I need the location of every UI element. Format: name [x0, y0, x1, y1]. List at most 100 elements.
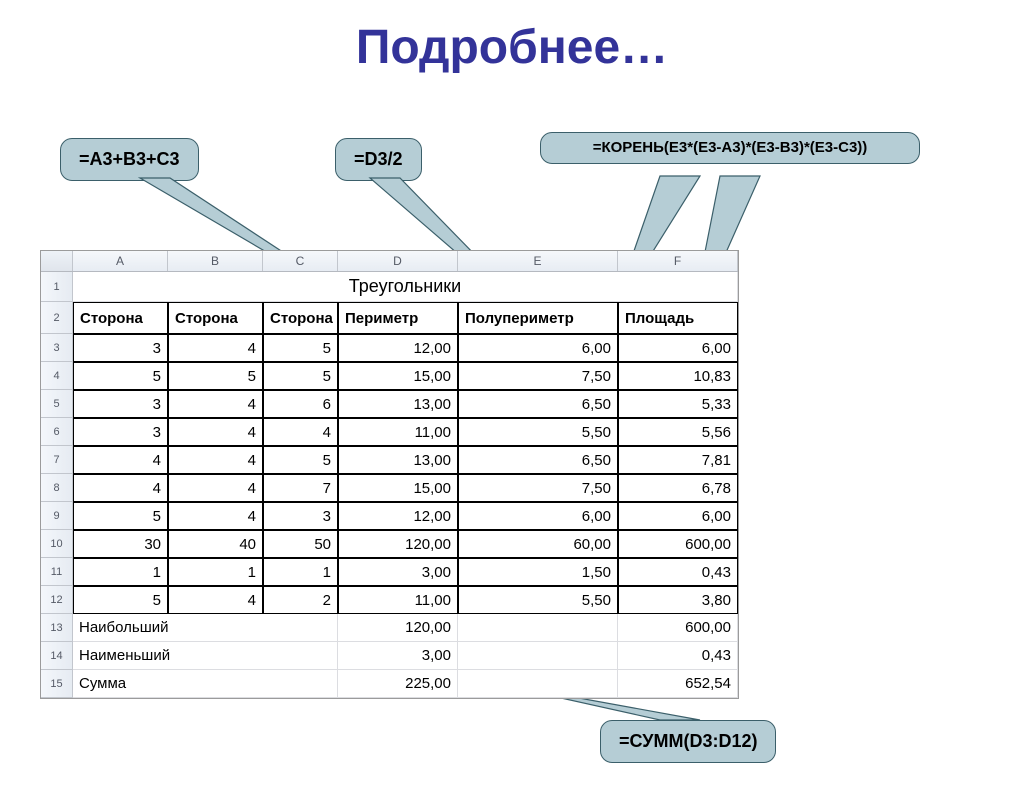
row-header[interactable]: 1: [41, 272, 73, 302]
cell-d[interactable]: 12,00: [338, 334, 458, 362]
summary-label[interactable]: Сумма: [73, 670, 338, 698]
cell-b[interactable]: 40: [168, 530, 263, 558]
cell-b[interactable]: 5: [168, 362, 263, 390]
cell-c[interactable]: 5: [263, 362, 338, 390]
summary-label[interactable]: Наибольший: [73, 614, 338, 642]
cell-a[interactable]: 1: [73, 558, 168, 586]
cell-f[interactable]: 0,43: [618, 558, 738, 586]
cell-a[interactable]: 3: [73, 418, 168, 446]
row-header[interactable]: 7: [41, 446, 73, 474]
cell-b[interactable]: 4: [168, 474, 263, 502]
cell-f[interactable]: 3,80: [618, 586, 738, 614]
cell-e[interactable]: 7,50: [458, 474, 618, 502]
header-perimeter[interactable]: Периметр: [338, 302, 458, 334]
cell-a[interactable]: 3: [73, 334, 168, 362]
row-header[interactable]: 14: [41, 642, 73, 670]
cell-f[interactable]: 6,00: [618, 502, 738, 530]
cell-e[interactable]: 5,50: [458, 418, 618, 446]
cell-e[interactable]: 6,00: [458, 334, 618, 362]
header-side-b[interactable]: Сторона: [168, 302, 263, 334]
cell-d[interactable]: 15,00: [338, 362, 458, 390]
row-header[interactable]: 10: [41, 530, 73, 558]
cell-f[interactable]: 10,83: [618, 362, 738, 390]
cell-e[interactable]: 6,00: [458, 502, 618, 530]
cell-e[interactable]: 6,50: [458, 446, 618, 474]
cell-c[interactable]: 5: [263, 334, 338, 362]
cell-d[interactable]: 120,00: [338, 530, 458, 558]
summary-d[interactable]: 120,00: [338, 614, 458, 642]
cell-b[interactable]: 4: [168, 502, 263, 530]
summary-d[interactable]: 3,00: [338, 642, 458, 670]
cell-e[interactable]: 1,50: [458, 558, 618, 586]
row-header[interactable]: 9: [41, 502, 73, 530]
cell-c[interactable]: 6: [263, 390, 338, 418]
select-all-corner[interactable]: [41, 251, 73, 271]
row-header[interactable]: 8: [41, 474, 73, 502]
cell-c[interactable]: 7: [263, 474, 338, 502]
sheet-title-cell[interactable]: Треугольники: [73, 272, 738, 302]
summary-f[interactable]: 652,54: [618, 670, 738, 698]
cell-c[interactable]: 3: [263, 502, 338, 530]
cell-f[interactable]: 5,56: [618, 418, 738, 446]
cell-a[interactable]: 5: [73, 586, 168, 614]
cell-f[interactable]: 6,78: [618, 474, 738, 502]
summary-d[interactable]: 225,00: [338, 670, 458, 698]
cell-c[interactable]: 50: [263, 530, 338, 558]
cell-b[interactable]: 1: [168, 558, 263, 586]
col-header-d[interactable]: D: [338, 251, 458, 271]
cell-d[interactable]: 13,00: [338, 446, 458, 474]
row-header[interactable]: 6: [41, 418, 73, 446]
col-header-c[interactable]: C: [263, 251, 338, 271]
cell-d[interactable]: 11,00: [338, 586, 458, 614]
cell-e[interactable]: 60,00: [458, 530, 618, 558]
header-area[interactable]: Площадь: [618, 302, 738, 334]
summary-e-empty[interactable]: [458, 670, 618, 698]
cell-c[interactable]: 5: [263, 446, 338, 474]
row-header[interactable]: 5: [41, 390, 73, 418]
cell-c[interactable]: 2: [263, 586, 338, 614]
header-side-a[interactable]: Сторона: [73, 302, 168, 334]
row-header[interactable]: 15: [41, 670, 73, 698]
col-header-a[interactable]: A: [73, 251, 168, 271]
cell-b[interactable]: 4: [168, 418, 263, 446]
cell-f[interactable]: 600,00: [618, 530, 738, 558]
cell-d[interactable]: 3,00: [338, 558, 458, 586]
cell-f[interactable]: 5,33: [618, 390, 738, 418]
cell-c[interactable]: 1: [263, 558, 338, 586]
cell-d[interactable]: 15,00: [338, 474, 458, 502]
cell-b[interactable]: 4: [168, 334, 263, 362]
cell-e[interactable]: 7,50: [458, 362, 618, 390]
row-header[interactable]: 11: [41, 558, 73, 586]
cell-f[interactable]: 6,00: [618, 334, 738, 362]
cell-b[interactable]: 4: [168, 446, 263, 474]
cell-b[interactable]: 4: [168, 586, 263, 614]
cell-d[interactable]: 12,00: [338, 502, 458, 530]
row-header[interactable]: 2: [41, 302, 73, 334]
cell-a[interactable]: 30: [73, 530, 168, 558]
row-header[interactable]: 4: [41, 362, 73, 390]
col-header-e[interactable]: E: [458, 251, 618, 271]
row-header[interactable]: 12: [41, 586, 73, 614]
col-header-b[interactable]: B: [168, 251, 263, 271]
row-header[interactable]: 3: [41, 334, 73, 362]
summary-f[interactable]: 0,43: [618, 642, 738, 670]
cell-a[interactable]: 5: [73, 362, 168, 390]
header-side-c[interactable]: Сторона: [263, 302, 338, 334]
cell-d[interactable]: 13,00: [338, 390, 458, 418]
cell-c[interactable]: 4: [263, 418, 338, 446]
cell-a[interactable]: 3: [73, 390, 168, 418]
row-header[interactable]: 13: [41, 614, 73, 642]
summary-label[interactable]: Наименьший: [73, 642, 338, 670]
cell-a[interactable]: 4: [73, 474, 168, 502]
cell-f[interactable]: 7,81: [618, 446, 738, 474]
col-header-f[interactable]: F: [618, 251, 738, 271]
cell-e[interactable]: 6,50: [458, 390, 618, 418]
summary-e-empty[interactable]: [458, 614, 618, 642]
header-semiperimeter[interactable]: Полупериметр: [458, 302, 618, 334]
cell-d[interactable]: 11,00: [338, 418, 458, 446]
cell-b[interactable]: 4: [168, 390, 263, 418]
cell-e[interactable]: 5,50: [458, 586, 618, 614]
cell-a[interactable]: 5: [73, 502, 168, 530]
summary-f[interactable]: 600,00: [618, 614, 738, 642]
cell-a[interactable]: 4: [73, 446, 168, 474]
